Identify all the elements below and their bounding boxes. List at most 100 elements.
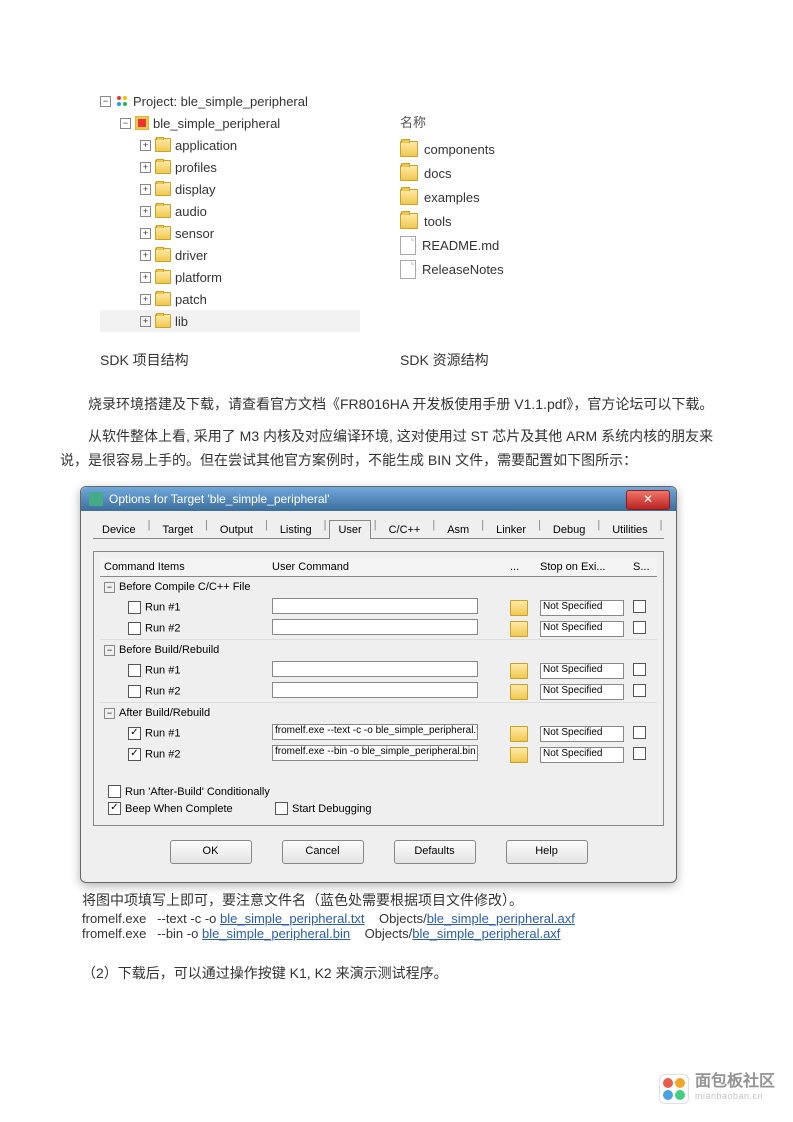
- beep-checkbox[interactable]: [108, 802, 121, 815]
- collapse-icon[interactable]: −: [100, 96, 111, 107]
- file-name: components: [424, 142, 495, 157]
- file-item[interactable]: ReleaseNotes: [400, 257, 600, 281]
- tab-utilities[interactable]: Utilities: [603, 520, 656, 539]
- file-folder[interactable]: docs: [400, 161, 600, 185]
- run-label: Run #2: [145, 748, 180, 760]
- help-button[interactable]: Help: [506, 840, 588, 864]
- cancel-button[interactable]: Cancel: [282, 840, 364, 864]
- collapse-icon[interactable]: −: [120, 118, 131, 129]
- file-name: docs: [424, 166, 451, 181]
- stop-select[interactable]: Not Specified: [540, 726, 624, 742]
- expand-icon[interactable]: +: [140, 228, 151, 239]
- expand-icon[interactable]: +: [140, 162, 151, 173]
- expand-icon[interactable]: +: [140, 206, 151, 217]
- tab-target[interactable]: Target: [153, 520, 202, 539]
- browse-button[interactable]: [510, 600, 528, 616]
- expand-icon[interactable]: +: [140, 184, 151, 195]
- tab-debug[interactable]: Debug: [544, 520, 594, 539]
- s-checkbox[interactable]: [633, 621, 646, 634]
- user-commands-group: Command Items User Command ... Stop on E…: [93, 551, 664, 826]
- figures-row: − Project: ble_simple_peripheral − ble_s…: [100, 90, 733, 332]
- tree-target[interactable]: − ble_simple_peripheral: [100, 112, 360, 134]
- tree-folder[interactable]: +application: [100, 134, 360, 156]
- ok-button[interactable]: OK: [170, 840, 252, 864]
- run-checkbox[interactable]: [128, 622, 141, 635]
- file-icon: [400, 236, 416, 255]
- collapse-icon[interactable]: −: [104, 582, 115, 593]
- expand-icon[interactable]: +: [140, 250, 151, 261]
- tree-folder[interactable]: +display: [100, 178, 360, 200]
- tree-folder[interactable]: +patch: [100, 288, 360, 310]
- cmd-input[interactable]: [272, 619, 478, 635]
- browse-button[interactable]: [510, 726, 528, 742]
- s-checkbox[interactable]: [633, 747, 646, 760]
- expand-icon[interactable]: +: [140, 140, 151, 151]
- run-checkbox[interactable]: [128, 748, 141, 761]
- browse-button[interactable]: [510, 621, 528, 637]
- cmd-input[interactable]: [272, 661, 478, 677]
- tree-folder-label: sensor: [175, 226, 214, 241]
- document-page: − Project: ble_simple_peripheral − ble_s…: [0, 0, 793, 1023]
- folder-icon: [155, 248, 171, 262]
- tab-linker[interactable]: Linker: [487, 520, 535, 539]
- tree-folder[interactable]: + sensor: [100, 222, 360, 244]
- run-label: Run #1: [145, 664, 180, 676]
- expand-icon[interactable]: +: [140, 272, 151, 283]
- tree-folder-label: platform: [175, 270, 222, 285]
- command-line: fromelf.exe --text -c -o ble_simple_peri…: [82, 911, 733, 926]
- stop-select[interactable]: Not Specified: [540, 747, 624, 763]
- file-item[interactable]: README.md: [400, 233, 600, 257]
- stop-select[interactable]: Not Specified: [540, 621, 624, 637]
- run-after-checkbox[interactable]: [108, 785, 121, 798]
- file-folder[interactable]: examples: [400, 185, 600, 209]
- group-after-build: −After Build/Rebuild: [100, 703, 657, 724]
- run-checkbox[interactable]: [128, 664, 141, 677]
- tree-root[interactable]: − Project: ble_simple_peripheral: [100, 90, 360, 112]
- blue-filename: ble_simple_peripheral.txt: [220, 911, 365, 926]
- figure-captions: SDK 项目结构 SDK 资源结构: [100, 350, 733, 370]
- tab-listing[interactable]: Listing: [271, 520, 321, 539]
- tab-device[interactable]: Device: [93, 520, 145, 539]
- cmd-input[interactable]: [272, 598, 478, 614]
- run-checkbox[interactable]: [128, 601, 141, 614]
- tree-folder[interactable]: +audio: [100, 200, 360, 222]
- option-label: Beep When Complete: [125, 803, 275, 815]
- folder-icon: [400, 189, 418, 205]
- file-folder[interactable]: tools: [400, 209, 600, 233]
- expand-icon[interactable]: +: [140, 294, 151, 305]
- defaults-button[interactable]: Defaults: [394, 840, 476, 864]
- browse-button[interactable]: [510, 684, 528, 700]
- s-checkbox[interactable]: [633, 726, 646, 739]
- s-checkbox[interactable]: [633, 663, 646, 676]
- expand-icon[interactable]: +: [140, 316, 151, 327]
- tab-cpp[interactable]: C/C++: [380, 520, 430, 539]
- tab-user[interactable]: User: [329, 520, 370, 539]
- tree-folder[interactable]: +lib: [100, 310, 360, 332]
- run-checkbox[interactable]: [128, 727, 141, 740]
- stop-select[interactable]: Not Specified: [540, 663, 624, 679]
- file-folder[interactable]: components: [400, 137, 600, 161]
- tree-folder[interactable]: +profiles: [100, 156, 360, 178]
- close-button[interactable]: ✕: [626, 490, 670, 510]
- tab-asm[interactable]: Asm: [438, 520, 478, 539]
- stop-select[interactable]: Not Specified: [540, 600, 624, 616]
- tab-output[interactable]: Output: [211, 520, 262, 539]
- watermark-text: 面包板社区 mianbaoban.cn: [695, 1075, 775, 1103]
- file-name: ReleaseNotes: [422, 262, 504, 277]
- cmd-input[interactable]: [272, 682, 478, 698]
- s-checkbox[interactable]: [633, 600, 646, 613]
- stop-select[interactable]: Not Specified: [540, 684, 624, 700]
- tree-folder[interactable]: +driver: [100, 244, 360, 266]
- folder-icon: [155, 314, 171, 328]
- start-debug-checkbox[interactable]: [275, 802, 288, 815]
- tree-folder[interactable]: + platform: [100, 266, 360, 288]
- s-checkbox[interactable]: [633, 684, 646, 697]
- collapse-icon[interactable]: −: [104, 708, 115, 719]
- cmd-input[interactable]: fromelf.exe --text -c -o ble_simple_peri…: [272, 724, 478, 740]
- blue-filename: ble_simple_peripheral.bin: [202, 926, 350, 941]
- browse-button[interactable]: [510, 747, 528, 763]
- cmd-input[interactable]: fromelf.exe --bin -o ble_simple_peripher…: [272, 745, 478, 761]
- browse-button[interactable]: [510, 663, 528, 679]
- run-checkbox[interactable]: [128, 685, 141, 698]
- collapse-icon[interactable]: −: [104, 645, 115, 656]
